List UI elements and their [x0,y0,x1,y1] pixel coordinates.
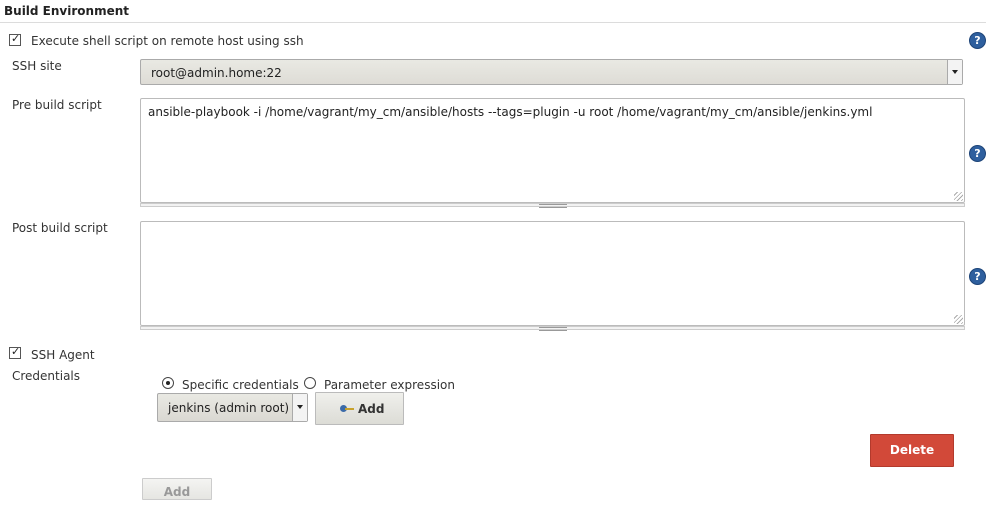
specific-credentials-radio[interactable] [162,377,174,389]
checkmark-icon: ✓ [11,345,21,358]
resize-corner-icon[interactable] [954,315,963,324]
section-divider [0,22,986,23]
section-title: Build Environment [4,4,129,18]
credentials-label: Credentials [12,369,81,383]
delete-button[interactable]: Delete [870,434,954,467]
grip-icon [538,327,567,331]
add-credentials-label: Add [358,402,385,416]
ssh-site-value: root@admin.home:22 [151,66,282,80]
parameter-expression-label: Parameter expression [324,378,455,392]
resize-corner-icon[interactable] [954,192,963,201]
ssh-site-select[interactable]: root@admin.home:22 [140,59,963,85]
specific-credentials-label: Specific credentials [182,378,299,392]
help-icon[interactable]: ? [969,32,986,49]
credentials-select[interactable]: jenkins (admin root) [157,393,308,422]
add-credentials-button[interactable]: Add [315,392,404,425]
parameter-expression-radio[interactable] [304,377,316,389]
pre-build-resize-handle[interactable] [140,203,965,208]
pre-build-script-textarea[interactable]: ansible-playbook -i /home/vagrant/my_cm/… [140,98,965,203]
post-build-resize-handle[interactable] [140,326,965,331]
execute-shell-label: Execute shell script on remote host usin… [31,34,304,48]
chevron-down-icon [947,60,962,84]
ssh-agent-checkbox[interactable]: ✓ [9,345,21,359]
ssh-agent-label: SSH Agent [31,348,95,362]
help-icon[interactable]: ? [969,268,986,285]
ssh-site-label: SSH site [12,59,62,73]
credentials-value: jenkins (admin root) [168,401,290,415]
post-build-script-textarea[interactable] [140,221,965,326]
key-icon [340,405,354,413]
chevron-down-icon [292,394,307,421]
pre-build-script-text: ansible-playbook -i /home/vagrant/my_cm/… [148,105,873,119]
grip-icon [538,204,567,208]
execute-shell-checkbox[interactable]: ✓ [9,32,21,46]
checkmark-icon: ✓ [11,32,21,45]
pre-build-label: Pre build script [12,98,102,112]
post-build-label: Post build script [12,221,108,235]
help-icon[interactable]: ? [969,145,986,162]
